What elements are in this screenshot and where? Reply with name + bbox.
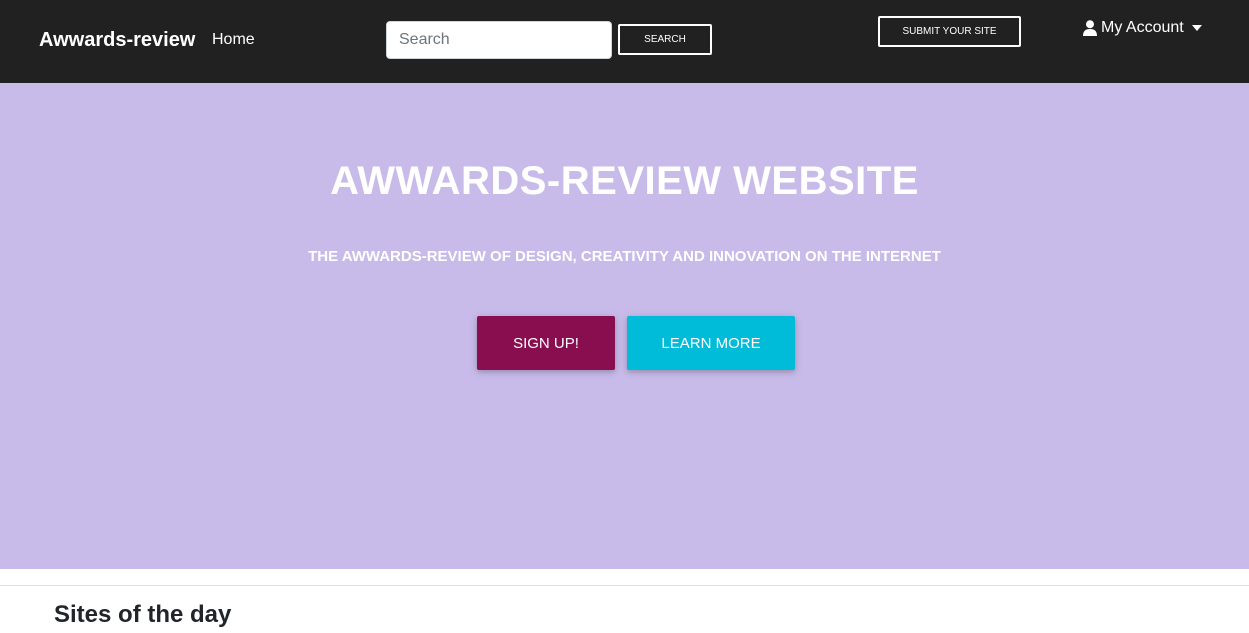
hero-title: AWWARDS-REVIEW WEBSITE xyxy=(330,159,919,203)
submit-your-site-button[interactable]: SUBMIT YOUR SITE xyxy=(878,16,1021,47)
hero-banner: AWWARDS-REVIEW WEBSITE THE AWWARDS-REVIE… xyxy=(0,83,1249,569)
my-account-dropdown[interactable]: My Account xyxy=(1083,17,1202,39)
sign-up-button[interactable]: SIGN UP! xyxy=(477,316,615,370)
sites-of-the-day-heading: Sites of the day xyxy=(54,601,232,628)
learn-more-button[interactable]: LEARN MORE xyxy=(627,316,795,370)
hero-subtitle: THE AWWARDS-REVIEW OF DESIGN, CREATIVITY… xyxy=(308,248,941,265)
user-icon xyxy=(1083,20,1097,36)
nav-link-home[interactable]: Home xyxy=(212,29,255,51)
section-divider xyxy=(0,585,1249,586)
caret-down-icon xyxy=(1191,25,1202,31)
search-button[interactable]: SEARCH xyxy=(618,24,712,55)
brand-logo-text[interactable]: Awwards-review xyxy=(39,28,195,52)
top-navbar: Awwards-review Home SEARCH SUBMIT YOUR S… xyxy=(0,0,1249,83)
search-input[interactable] xyxy=(386,21,612,59)
my-account-label: My Account xyxy=(1101,19,1184,36)
